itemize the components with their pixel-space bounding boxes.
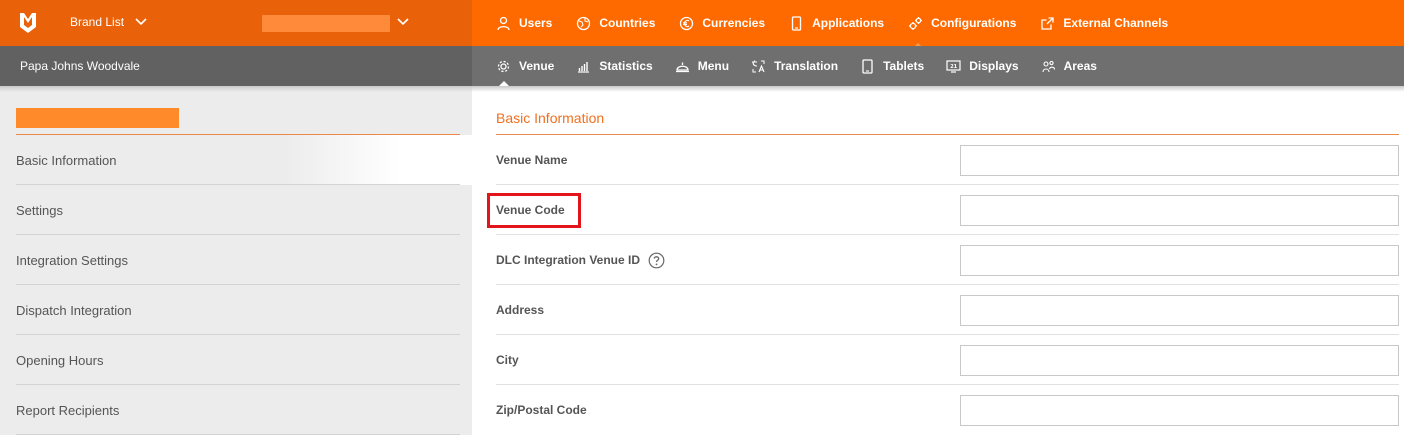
sidebar-item-integration-settings[interactable]: Integration Settings: [0, 235, 472, 285]
top-bar-left: Brand List: [0, 0, 472, 46]
translate-icon: [751, 59, 766, 74]
section-title: Basic Information: [496, 110, 605, 126]
venue-bar-left: Papa Johns Woodvale: [0, 46, 472, 86]
zip-postal-code-input[interactable]: [960, 394, 1399, 426]
sidebar-item-opening-hours[interactable]: Opening Hours: [0, 335, 472, 385]
sidebar-item-settings[interactable]: Settings: [0, 185, 472, 235]
tab-tablets[interactable]: Tablets: [860, 46, 924, 86]
nav-users-label: Users: [519, 16, 553, 30]
user-icon: [496, 16, 511, 31]
sidebar-header-block: [16, 108, 179, 128]
sidebar-item-label: Settings: [16, 202, 63, 218]
chart-icon: [576, 59, 591, 74]
main-nav: Users Countries Currencies Applications …: [496, 0, 1192, 47]
nav-applications[interactable]: Applications: [789, 0, 884, 46]
venue-name-input[interactable]: [960, 144, 1399, 176]
sidebar: Basic Information Settings Integration S…: [0, 86, 472, 435]
external-link-icon: [1040, 16, 1055, 31]
sidebar-item-label: Report Recipients: [16, 402, 120, 418]
sidebar-item-dispatch-integration[interactable]: Dispatch Integration: [0, 285, 472, 335]
brand-select-field[interactable]: [262, 15, 390, 32]
basic-information-form: Venue Name Venue Code DLC Integration Ve…: [487, 135, 1399, 435]
nav-countries-label: Countries: [599, 16, 656, 30]
highlight-box: [487, 193, 581, 228]
brand-list-label: Brand List: [70, 15, 125, 29]
form-row-city: City: [496, 335, 1399, 385]
form-row-dlc-integration-venue-id: DLC Integration Venue ID: [496, 235, 1399, 285]
nav-currencies[interactable]: Currencies: [679, 0, 765, 46]
sidebar-list: Basic Information Settings Integration S…: [0, 135, 472, 435]
top-bar: Brand List Users Countries Currencies Ap…: [0, 0, 1404, 47]
sidebar-item-label: Basic Information: [16, 152, 117, 168]
tab-translation-label: Translation: [774, 59, 839, 73]
sidebar-item-label: Dispatch Integration: [16, 302, 132, 318]
field-label: Address: [496, 303, 545, 317]
brand-list-dropdown[interactable]: Brand List: [70, 15, 148, 29]
tab-translation[interactable]: Translation: [751, 46, 838, 86]
tab-menu-label: Menu: [697, 59, 730, 73]
sidebar-item-report-recipients[interactable]: Report Recipients: [0, 385, 472, 435]
tab-displays-label: Displays: [969, 59, 1019, 73]
address-input[interactable]: [960, 294, 1399, 326]
tablet-icon: [860, 58, 875, 74]
areas-icon: [1041, 59, 1056, 74]
nav-configurations[interactable]: Configurations: [908, 0, 1017, 47]
tab-statistics[interactable]: Statistics: [576, 46, 653, 86]
venue-title: Papa Johns Woodvale: [20, 59, 140, 73]
gear-icon: [496, 59, 511, 74]
form-row-venue-code: Venue Code: [487, 185, 1399, 235]
sidebar-item-basic-information[interactable]: Basic Information: [0, 135, 472, 185]
field-label-group: DLC Integration Venue ID: [496, 252, 665, 269]
svg-text:21: 21: [950, 63, 957, 69]
chevron-down-icon: [134, 15, 148, 29]
venue-nav: Venue Statistics Menu Translation Tablet…: [496, 46, 1119, 86]
display-icon: 21: [946, 59, 961, 74]
dlc-integration-venue-id-input[interactable]: [960, 244, 1399, 276]
nav-users[interactable]: Users: [496, 0, 552, 46]
venue-code-input[interactable]: [960, 194, 1399, 226]
help-icon[interactable]: [648, 252, 665, 269]
form-row-venue-name: Venue Name: [496, 135, 1399, 185]
field-label: City: [496, 353, 519, 367]
tab-statistics-label: Statistics: [599, 59, 653, 73]
field-label: Zip/Postal Code: [496, 403, 587, 417]
chevron-down-icon[interactable]: [396, 15, 410, 29]
nav-external-channels[interactable]: External Channels: [1040, 0, 1168, 46]
field-label: DLC Integration Venue ID: [496, 253, 641, 267]
gears-icon: [908, 16, 923, 31]
tab-venue[interactable]: Venue: [496, 46, 554, 86]
app-logo-icon[interactable]: [18, 11, 38, 35]
globe-icon: [576, 16, 591, 31]
tab-tablets-label: Tablets: [883, 59, 925, 73]
nav-configurations-label: Configurations: [931, 16, 1017, 30]
city-input[interactable]: [960, 344, 1399, 376]
nav-currencies-label: Currencies: [702, 16, 766, 30]
form-row-address: Address: [496, 285, 1399, 335]
nav-applications-label: Applications: [812, 16, 885, 30]
field-label: Venue Name: [496, 153, 568, 167]
form-row-zip-postal-code: Zip/Postal Code: [496, 385, 1399, 435]
cloche-icon: [675, 59, 690, 74]
venue-bar: Papa Johns Woodvale Venue Statistics Men…: [0, 46, 1404, 86]
tab-areas-label: Areas: [1063, 59, 1097, 73]
header-shadow: [0, 86, 1404, 92]
sidebar-item-label: Integration Settings: [16, 252, 129, 268]
euro-icon: [679, 16, 694, 31]
tab-venue-label: Venue: [519, 59, 555, 73]
phone-icon: [789, 15, 804, 31]
tab-menu[interactable]: Menu: [675, 46, 729, 86]
nav-external-channels-label: External Channels: [1063, 16, 1169, 30]
sidebar-item-label: Opening Hours: [16, 352, 104, 368]
tab-areas[interactable]: Areas: [1041, 46, 1097, 86]
nav-countries[interactable]: Countries: [576, 0, 655, 46]
tab-displays[interactable]: 21 Displays: [946, 46, 1019, 86]
